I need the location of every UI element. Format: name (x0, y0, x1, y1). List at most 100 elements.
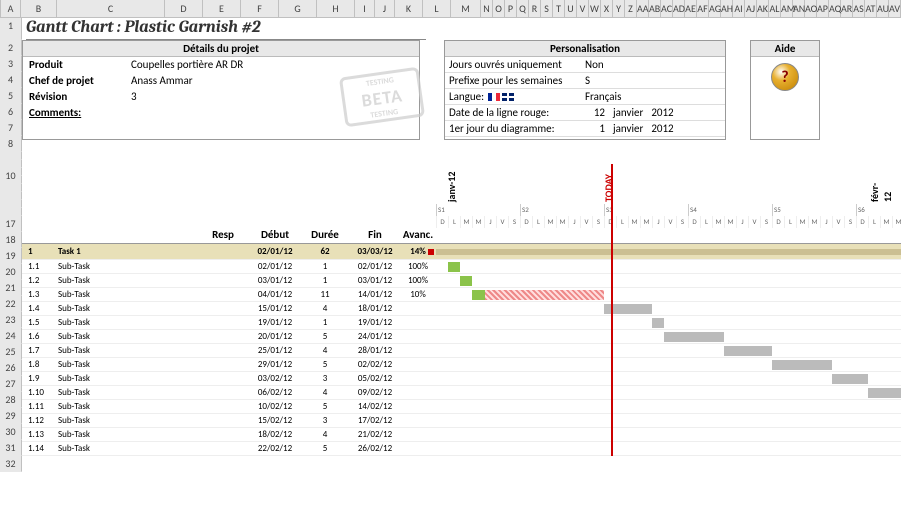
col-header-E[interactable]: E (203, 0, 241, 17)
row-header[interactable] (0, 160, 22, 168)
col-header-AM[interactable]: AM (781, 0, 793, 17)
row-header[interactable] (0, 208, 22, 216)
col-header-AR[interactable]: AR (841, 0, 853, 17)
row-header[interactable]: 19 (0, 248, 22, 264)
row-header[interactable]: 1 (0, 18, 22, 40)
row-header[interactable]: 7 (0, 120, 22, 136)
col-header-B[interactable]: B (21, 0, 57, 17)
col-header-AT[interactable]: AT (865, 0, 877, 17)
task-row[interactable]: 1.5Sub-Task19/01/12119/01/12 (22, 316, 901, 330)
row-header[interactable]: 17 (0, 216, 22, 232)
col-header-Y[interactable]: Y (613, 0, 625, 17)
col-header-AQ[interactable]: AQ (829, 0, 841, 17)
col-header-W[interactable]: W (589, 0, 601, 17)
col-header-V[interactable]: V (577, 0, 589, 17)
col-header-M[interactable]: M (451, 0, 481, 17)
row-header[interactable]: 27 (0, 376, 22, 392)
row-header[interactable]: 2 (0, 40, 22, 56)
row-header[interactable]: 23 (0, 312, 22, 328)
personal-date[interactable]: 1janvier2012 (585, 121, 725, 136)
col-header-AE[interactable]: AE (685, 0, 697, 17)
task-row[interactable]: 1.13Sub-Task18/02/12421/02/12 (22, 428, 901, 442)
row-header[interactable]: 4 (0, 72, 22, 88)
col-header-Z[interactable]: Z (625, 0, 637, 17)
col-header-L[interactable]: L (423, 0, 451, 17)
personal-date[interactable]: 12janvier2012 (585, 105, 725, 120)
task-row[interactable]: 1.3Sub-Task04/01/121114/01/1210% (22, 288, 901, 302)
flag-gb-icon[interactable] (502, 93, 514, 101)
row-header[interactable]: 21 (0, 280, 22, 296)
col-header-I[interactable]: I (355, 0, 375, 17)
row-header[interactable]: 32 (0, 456, 22, 472)
col-header-AV[interactable]: AV (889, 0, 901, 17)
task-row[interactable]: 1.7Sub-Task25/01/12428/01/12 (22, 344, 901, 358)
row-header[interactable]: 28 (0, 392, 22, 408)
row-header[interactable] (0, 200, 22, 208)
col-header-Q[interactable]: Q (517, 0, 529, 17)
col-header-U[interactable]: U (565, 0, 577, 17)
col-header-F[interactable]: F (241, 0, 279, 17)
col-header-AA[interactable]: AA (637, 0, 649, 17)
row-header[interactable]: 30 (0, 424, 22, 440)
task-row[interactable]: 1.6Sub-Task20/01/12524/01/12 (22, 330, 901, 344)
row-header[interactable]: 10 (0, 168, 22, 176)
col-header-G[interactable]: G (279, 0, 317, 17)
col-header-AK[interactable]: AK (757, 0, 769, 17)
col-header-P[interactable]: P (505, 0, 517, 17)
row-header[interactable]: 5 (0, 88, 22, 104)
row-header[interactable]: 26 (0, 360, 22, 376)
row-header[interactable]: 18 (0, 232, 22, 248)
col-header-A[interactable]: A (1, 0, 21, 17)
col-header-D[interactable]: D (165, 0, 203, 17)
row-header[interactable] (0, 184, 22, 192)
personal-value[interactable]: Non (585, 57, 725, 72)
row-header[interactable]: 3 (0, 56, 22, 72)
col-header-AN[interactable]: AN (793, 0, 805, 17)
col-header-K[interactable]: K (395, 0, 423, 17)
col-header-AS[interactable]: AS (853, 0, 865, 17)
col-header-AB[interactable]: AB (649, 0, 661, 17)
row-header[interactable] (0, 192, 22, 200)
col-header-AG[interactable]: AG (709, 0, 721, 17)
col-header-T[interactable]: T (553, 0, 565, 17)
col-header-H[interactable]: H (317, 0, 355, 17)
col-header-N[interactable]: N (481, 0, 493, 17)
col-header-J[interactable]: J (375, 0, 395, 17)
personal-value[interactable]: S (585, 73, 725, 88)
row-header[interactable]: 31 (0, 440, 22, 456)
task-row[interactable]: 1.9Sub-Task03/02/12305/02/12 (22, 372, 901, 386)
task-row[interactable]: 1.8Sub-Task29/01/12502/02/12 (22, 358, 901, 372)
details-value[interactable]: Coupelles portière AR DR (131, 57, 419, 73)
row-header[interactable]: 20 (0, 264, 22, 280)
task-row[interactable]: 1.4Sub-Task15/01/12418/01/12 (22, 302, 901, 316)
col-header-AP[interactable]: AP (817, 0, 829, 17)
task-summary-row[interactable]: 1Task 102/01/126203/03/1214% (22, 244, 901, 260)
col-header-AF[interactable]: AF (697, 0, 709, 17)
row-header[interactable]: 24 (0, 328, 22, 344)
col-header-AI[interactable]: AI (733, 0, 745, 17)
col-header-AC[interactable]: AC (661, 0, 673, 17)
task-row[interactable]: 1.10Sub-Task06/02/12409/02/12 (22, 386, 901, 400)
col-header-S[interactable]: S (541, 0, 553, 17)
row-header[interactable] (0, 152, 22, 160)
task-row[interactable]: 1.11Sub-Task10/02/12514/02/12 (22, 400, 901, 414)
col-header-X[interactable]: X (601, 0, 613, 17)
row-header[interactable]: 29 (0, 408, 22, 424)
task-row[interactable]: 1.2Sub-Task03/01/12103/01/12100% (22, 274, 901, 288)
row-header[interactable]: 6 (0, 104, 22, 120)
col-header-AH[interactable]: AH (721, 0, 733, 17)
personal-value[interactable]: Français (585, 89, 725, 104)
task-row[interactable]: 1.12Sub-Task15/02/12317/02/12 (22, 414, 901, 428)
task-row[interactable]: 1.1Sub-Task02/01/12102/01/12100% (22, 260, 901, 274)
col-header-AD[interactable]: AD (673, 0, 685, 17)
col-header-AL[interactable]: AL (769, 0, 781, 17)
row-header[interactable]: 25 (0, 344, 22, 360)
flag-fr-icon[interactable] (488, 93, 500, 101)
col-header-C[interactable]: C (57, 0, 165, 17)
col-header-AU[interactable]: AU (877, 0, 889, 17)
col-header-AO[interactable]: AO (805, 0, 817, 17)
col-header-O[interactable]: O (493, 0, 505, 17)
task-row[interactable]: 1.14Sub-Task22/02/12526/02/12 (22, 442, 901, 456)
row-header[interactable]: 8 (0, 136, 22, 152)
col-header-AJ[interactable]: AJ (745, 0, 757, 17)
